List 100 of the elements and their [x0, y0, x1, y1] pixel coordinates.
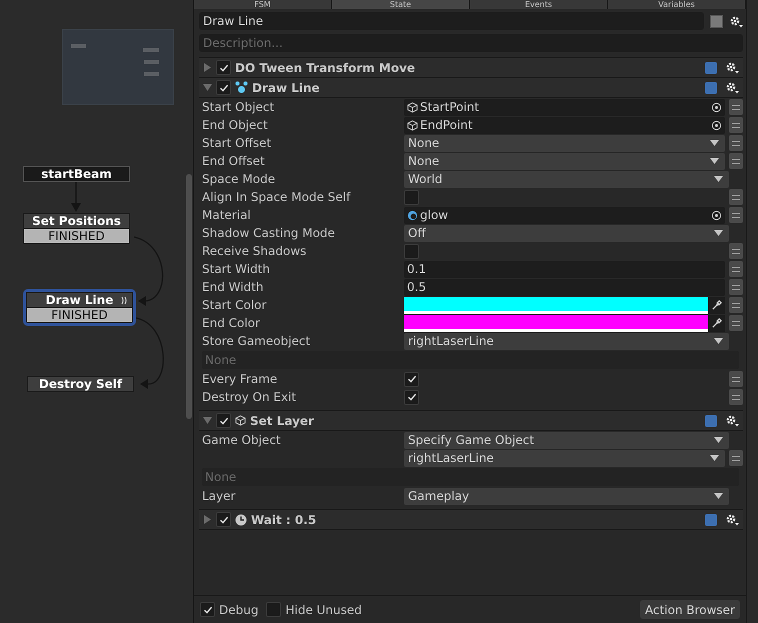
cube-icon [407, 102, 418, 112]
object-field[interactable]: StartPoint [404, 98, 725, 116]
enable-checkbox[interactable] [216, 60, 231, 75]
object-field[interactable]: EndPoint [404, 116, 725, 134]
enable-checkbox[interactable] [216, 512, 231, 527]
variable-menu-button[interactable] [729, 279, 743, 295]
clock-icon [235, 514, 247, 526]
expand-arrow-icon[interactable] [203, 515, 212, 524]
inspector-tab[interactable]: State [332, 0, 470, 9]
variable-menu-button[interactable] [729, 117, 743, 133]
variable-menu-button[interactable] [729, 450, 743, 466]
parameter-label: Start Width [202, 261, 271, 278]
object-field[interactable]: glow [404, 206, 725, 224]
inspector-tab[interactable]: Variables [608, 0, 746, 9]
checkbox[interactable] [404, 190, 419, 204]
settings-icon[interactable] [725, 61, 739, 74]
action-browser-button[interactable]: Action Browser [640, 600, 740, 619]
eyedropper-icon[interactable] [708, 296, 725, 314]
help-icon[interactable] [705, 62, 717, 74]
dropdown[interactable]: rightLaserLine [404, 332, 729, 350]
parameter-label: Start Color [202, 297, 268, 314]
event-node[interactable]: startBeam [23, 166, 130, 182]
collapse-arrow-icon[interactable] [203, 416, 212, 425]
variable-menu-button[interactable] [729, 207, 743, 223]
dropdown[interactable]: None [404, 134, 725, 152]
settings-icon[interactable] [725, 414, 739, 427]
variable-menu-button[interactable] [729, 189, 743, 205]
number-field[interactable]: 0.5 [404, 278, 725, 296]
help-icon[interactable] [705, 82, 717, 94]
description-field[interactable]: Description... [199, 34, 743, 52]
collapse-arrow-icon[interactable] [203, 83, 212, 92]
target-icon[interactable] [711, 102, 722, 112]
enable-checkbox[interactable] [216, 413, 231, 428]
none-field[interactable]: None [202, 351, 739, 369]
variable-menu-button[interactable] [729, 389, 743, 405]
parameter-label: End Color [202, 315, 261, 332]
variable-menu-button[interactable] [729, 261, 743, 277]
checkbox[interactable] [404, 390, 419, 404]
state-node[interactable]: Destroy Self [27, 376, 134, 392]
transition-label[interactable]: FINISHED [26, 308, 133, 323]
settings-icon[interactable] [725, 513, 739, 526]
help-icon[interactable] [705, 514, 717, 526]
none-field[interactable]: None [202, 468, 739, 486]
action-title: Wait : 0.5 [251, 512, 318, 528]
state-name-field[interactable]: Draw Line [199, 12, 704, 30]
transition-arrow [134, 236, 166, 307]
transition-arrow [71, 182, 81, 212]
eyedropper-icon[interactable] [708, 314, 725, 332]
parameter-label: End Width [202, 279, 264, 296]
settings-icon[interactable] [725, 81, 739, 94]
cube-icon [407, 120, 418, 130]
hide-unused-checkbox[interactable] [266, 602, 282, 617]
dropdown[interactable]: Gameplay [404, 488, 729, 504]
variable-menu-button[interactable] [729, 243, 743, 259]
variable-menu-button[interactable] [729, 99, 743, 115]
inspector-tab[interactable]: Events [470, 0, 608, 9]
parameter-label: End Object [202, 117, 269, 134]
checkbox[interactable] [404, 244, 419, 258]
settings-icon[interactable] [729, 14, 743, 28]
variable-menu-button[interactable] [729, 153, 743, 169]
number-field[interactable]: 0.1 [404, 260, 725, 278]
dropdown[interactable]: Off [404, 224, 729, 242]
variable-menu-button[interactable] [729, 297, 743, 313]
action-header[interactable]: Draw Line [199, 77, 743, 97]
action-header[interactable]: Set Layer [199, 410, 743, 430]
target-icon[interactable] [711, 210, 722, 220]
dropdown[interactable]: World [404, 170, 729, 188]
graph-canvas[interactable]: startBeam Set Positions FINISHED Draw Line FINISHED Destroy Self [0, 0, 184, 623]
state-title: Set Positions [32, 213, 121, 230]
transition-label[interactable]: FINISHED [23, 229, 130, 244]
checkmark-icon [202, 604, 212, 614]
inspector-tab[interactable]: FSM [194, 0, 332, 9]
dropdown[interactable]: Specify Game Object [404, 432, 729, 448]
action-header[interactable]: Wait : 0.5 [199, 509, 743, 529]
dropdown-caret-icon [714, 437, 723, 443]
variable-menu-button[interactable] [729, 135, 743, 151]
target-icon[interactable] [711, 120, 722, 130]
variable-menu-button[interactable] [729, 371, 743, 387]
state-color-swatch[interactable] [710, 14, 723, 28]
graph-scrollbar[interactable] [184, 0, 193, 623]
parameter-label: Receive Shadows [202, 243, 308, 260]
dropdown-caret-icon [714, 338, 723, 344]
inspector-scrollbar[interactable] [746, 0, 758, 623]
variable-menu-button[interactable] [729, 315, 743, 331]
color-swatch[interactable] [404, 296, 708, 314]
expand-arrow-icon[interactable] [203, 63, 212, 72]
checkbox[interactable] [404, 372, 419, 386]
debug-checkbox[interactable] [200, 602, 215, 617]
action-header[interactable]: DO Tween Transform Move [199, 57, 743, 77]
dropdown[interactable]: None [404, 152, 725, 170]
enable-checkbox[interactable] [216, 80, 231, 95]
parameter-label: Align In Space Mode Self [202, 189, 352, 206]
parameter-label: Destroy On Exit [202, 389, 298, 406]
help-icon[interactable] [705, 414, 717, 426]
parameter-label: Every Frame [202, 371, 278, 388]
dropdown-caret-icon [714, 493, 723, 499]
dropdown-caret-icon [710, 158, 719, 164]
color-swatch[interactable] [404, 314, 708, 332]
state-title: Destroy Self [38, 376, 122, 393]
dropdown[interactable]: rightLaserLine [404, 450, 725, 466]
